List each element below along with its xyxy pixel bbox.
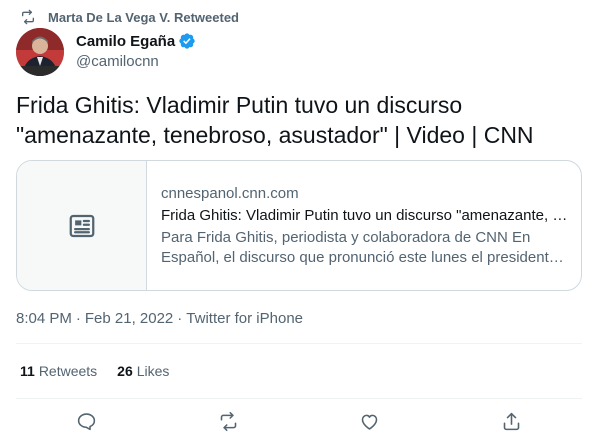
tweet-text: Frida Ghitis: Vladimir Putin tuvo un dis…: [16, 92, 534, 148]
author-handle[interactable]: @camilocnn: [76, 53, 196, 70]
meta-separator: ·: [75, 310, 81, 327]
retweet-icon: [20, 9, 36, 25]
card-body: cnnespanol.cnn.com Frida Ghitis: Vladimi…: [147, 161, 581, 290]
social-context[interactable]: Marta De La Vega V. Retweeted: [20, 8, 239, 26]
share-button[interactable]: [492, 402, 530, 440]
likes-count: 26: [117, 363, 133, 379]
author-block[interactable]: Camilo Egaña @camilocnn: [76, 31, 196, 70]
card-domain: cnnespanol.cnn.com: [161, 184, 299, 202]
retweets-label: Retweets: [38, 363, 98, 379]
retweets-count: 11: [20, 363, 35, 379]
avatar[interactable]: [16, 28, 64, 76]
reply-button[interactable]: [68, 402, 106, 440]
link-card[interactable]: cnnespanol.cnn.com Frida Ghitis: Vladimi…: [16, 160, 582, 291]
tweet-time[interactable]: 8:04 PM: [16, 309, 72, 329]
tweet: Marta De La Vega V. Retweeted Camilo Ega…: [0, 0, 598, 444]
likes-stat[interactable]: 26 Likes: [117, 361, 169, 381]
likes-label: Likes: [136, 363, 170, 379]
share-icon: [501, 411, 522, 432]
retweets-stat[interactable]: 11 Retweets: [20, 361, 97, 381]
author-display-name[interactable]: Camilo Egaña: [76, 33, 175, 50]
action-bar: [16, 402, 582, 440]
engagement-stats: 11 Retweets 26 Likes: [20, 361, 189, 381]
verified-badge-icon: [178, 32, 196, 50]
social-context-text: Marta De La Vega V. Retweeted: [48, 9, 239, 25]
reply-icon: [76, 411, 97, 432]
tweet-source[interactable]: Twitter for iPhone: [186, 309, 303, 329]
like-button[interactable]: [351, 402, 389, 440]
divider: [16, 398, 582, 399]
article-icon: [67, 211, 97, 241]
card-description: Para Frida Ghitis, periodista y colabora…: [161, 228, 558, 266]
retweet-button[interactable]: [209, 402, 247, 440]
like-icon: [359, 411, 380, 432]
tweet-meta: 8:04 PM · Feb 21, 2022 · Twitter for iPh…: [16, 309, 303, 329]
card-title: Frida Ghitis: Vladimir Putin tuvo un dis…: [161, 206, 568, 224]
divider: [16, 343, 582, 344]
card-thumbnail: [17, 161, 147, 290]
tweet-date[interactable]: Feb 21, 2022: [85, 309, 173, 329]
meta-separator: ·: [177, 310, 183, 327]
retweet-icon: [218, 411, 239, 432]
